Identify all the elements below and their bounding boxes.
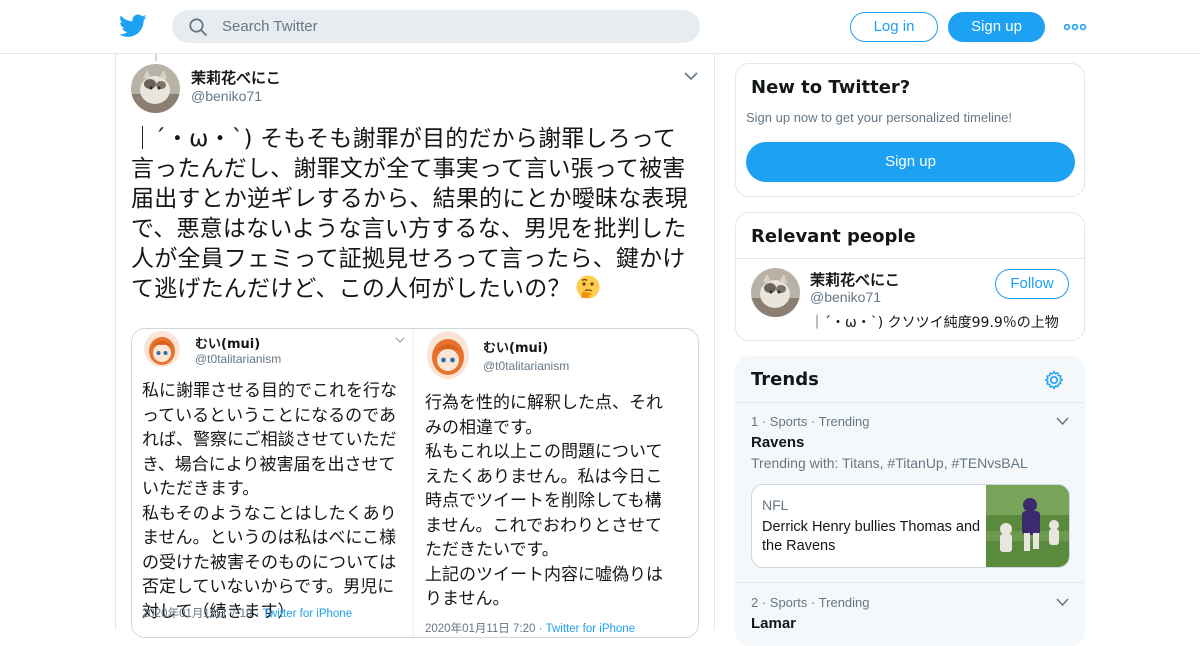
anime-girl-avatar-image [144, 331, 180, 367]
tweet-text-line: で、悪意はないような言い方するな、男児を批判した [131, 216, 687, 242]
new-to-twitter-title: New to Twitter? [751, 77, 911, 98]
mui-handle: @t0talitarianism [483, 359, 570, 373]
mui-avatar [144, 331, 180, 367]
tweet-text-line-content: て逃げたんだけど、この人何がしたいの？ [131, 276, 571, 302]
new-to-twitter-card: New to Twitter? Sign up now to get your … [735, 63, 1085, 197]
media-image-left[interactable]: むい(mui) @t0talitarianism 私に謝罪させる目的でこれを行な… [132, 329, 412, 637]
login-button[interactable]: Log in [850, 12, 938, 42]
divider [736, 258, 1084, 259]
screenshot-tweet-body: 私に謝罪させる目的でこれを行な っているということになるのであ れば、警察にご相… [142, 381, 397, 622]
person-bio: ｜´・ω・`) クソツイ純度99.9％の上物 [810, 315, 1059, 331]
football-photo-image [986, 485, 1069, 567]
author-handle[interactable]: @beniko71 [191, 88, 262, 104]
tweet-text-line: ｜´・ω・`) そもそも謝罪が目的だから謝罪しろって [131, 126, 677, 152]
trends-title: Trends [751, 369, 819, 390]
person-handle[interactable]: @beniko71 [810, 289, 881, 305]
timestamp-text: 2020年01月11日 7:19 · [142, 608, 263, 620]
divider [736, 402, 1084, 403]
trend-meta: 2 · Sports · Trending [751, 595, 870, 610]
signup-button[interactable]: Sign up [948, 12, 1045, 42]
thinking-face-emoji-icon [576, 275, 600, 299]
tweet-text-line: 届出すとか逆ギレするから、結果的にとか曖昧な表現 [131, 186, 688, 212]
relevant-people-title: Relevant people [751, 226, 916, 247]
author-name[interactable]: 茉莉花べにこ [191, 67, 281, 88]
person-name[interactable]: 茉莉花べにこ [810, 269, 900, 290]
tweet-text: ｜´・ω・`) そもそも謝罪が目的だから謝罪しろって 言ったんだし、謝罪文が全て… [131, 124, 703, 304]
screenshot-timestamp: 2020年01月11日 7:19 · Twitter for iPhone [142, 605, 352, 621]
chevron-down-icon[interactable] [1056, 598, 1069, 607]
trend-meta: 1 · Sports · Trending [751, 414, 870, 429]
media-image-right[interactable]: むい(mui) @t0talitarianism 行為を性的に解釈した点、それ … [415, 329, 698, 637]
tweet-detail: 茉莉花べにこ @beniko71 ｜´・ω・`) そもそも謝罪が目的だから謝罪し… [115, 54, 715, 638]
follow-button[interactable]: Follow [995, 269, 1069, 299]
cat-avatar-image [751, 268, 800, 317]
tweet-text-line: 言ったんだし、謝罪文が全て事実って言い張って被害 [131, 156, 686, 182]
new-to-twitter-subtitle: Sign up now to get your personalized tim… [746, 110, 1012, 125]
mui-handle: @t0talitarianism [195, 352, 282, 366]
mui-name: むい(mui) [483, 341, 549, 356]
trend-news-card[interactable]: NFL Derrick Henry bullies Thomas and the… [751, 484, 1070, 568]
author-avatar[interactable] [131, 64, 180, 113]
top-navigation-bar: Log in Sign up [0, 0, 1200, 54]
trend-name[interactable]: Lamar [751, 615, 796, 632]
news-headline: Derrick Henry bullies Thomas and the Rav… [762, 519, 981, 554]
tweet-options-chevron-down-icon[interactable] [684, 71, 698, 81]
screenshot-timestamp: 2020年01月11日 7:20 · Twitter for iPhone [425, 620, 635, 636]
search-box[interactable] [172, 10, 700, 43]
source-link: Twitter for iPhone [545, 623, 636, 635]
sidebar-signup-button[interactable]: Sign up [746, 142, 1075, 182]
cat-avatar-image [131, 64, 180, 113]
person-avatar[interactable] [751, 268, 800, 317]
mui-avatar [427, 331, 469, 379]
tweet-text-line: 人が全員フェミって証拠見せろって言ったら、鍵かけ [131, 246, 686, 272]
gear-icon[interactable] [1043, 369, 1065, 391]
trend-related: Trending with: Titans, #TitanUp, #TENvsB… [751, 455, 1028, 471]
twitter-bird-logo-icon[interactable] [119, 13, 147, 39]
chevron-down-icon[interactable] [1056, 417, 1069, 426]
thread-connector-line [155, 54, 157, 61]
source-link: Twitter for iPhone [262, 608, 353, 620]
search-icon [189, 18, 207, 36]
trends-card: Trends 1 · Sports · Trending Ravens Tren… [735, 356, 1085, 646]
tweet-media-attachment[interactable]: むい(mui) @t0talitarianism 私に謝罪させる目的でこれを行な… [131, 328, 699, 638]
mui-name: むい(mui) [195, 337, 261, 352]
tweet-text-line: て逃げたんだけど、この人何がしたいの？ [131, 274, 703, 304]
trend-name[interactable]: Ravens [751, 434, 804, 451]
news-source: NFL [762, 497, 789, 513]
chevron-down-icon [395, 337, 405, 343]
search-input[interactable] [222, 10, 682, 43]
relevant-people-card: Relevant people 茉莉花べにこ @beniko71 ｜´・ω・`)… [735, 212, 1085, 341]
more-options-icon[interactable] [1063, 17, 1087, 37]
screenshot-tweet-body: 行為を性的に解釈した点、それ みの相違です。 私もこれ以上この問題について えた… [425, 393, 663, 609]
timestamp-text: 2020年01月11日 7:20 · [425, 623, 546, 635]
anime-girl-avatar-image [427, 331, 469, 379]
divider [736, 582, 1084, 583]
